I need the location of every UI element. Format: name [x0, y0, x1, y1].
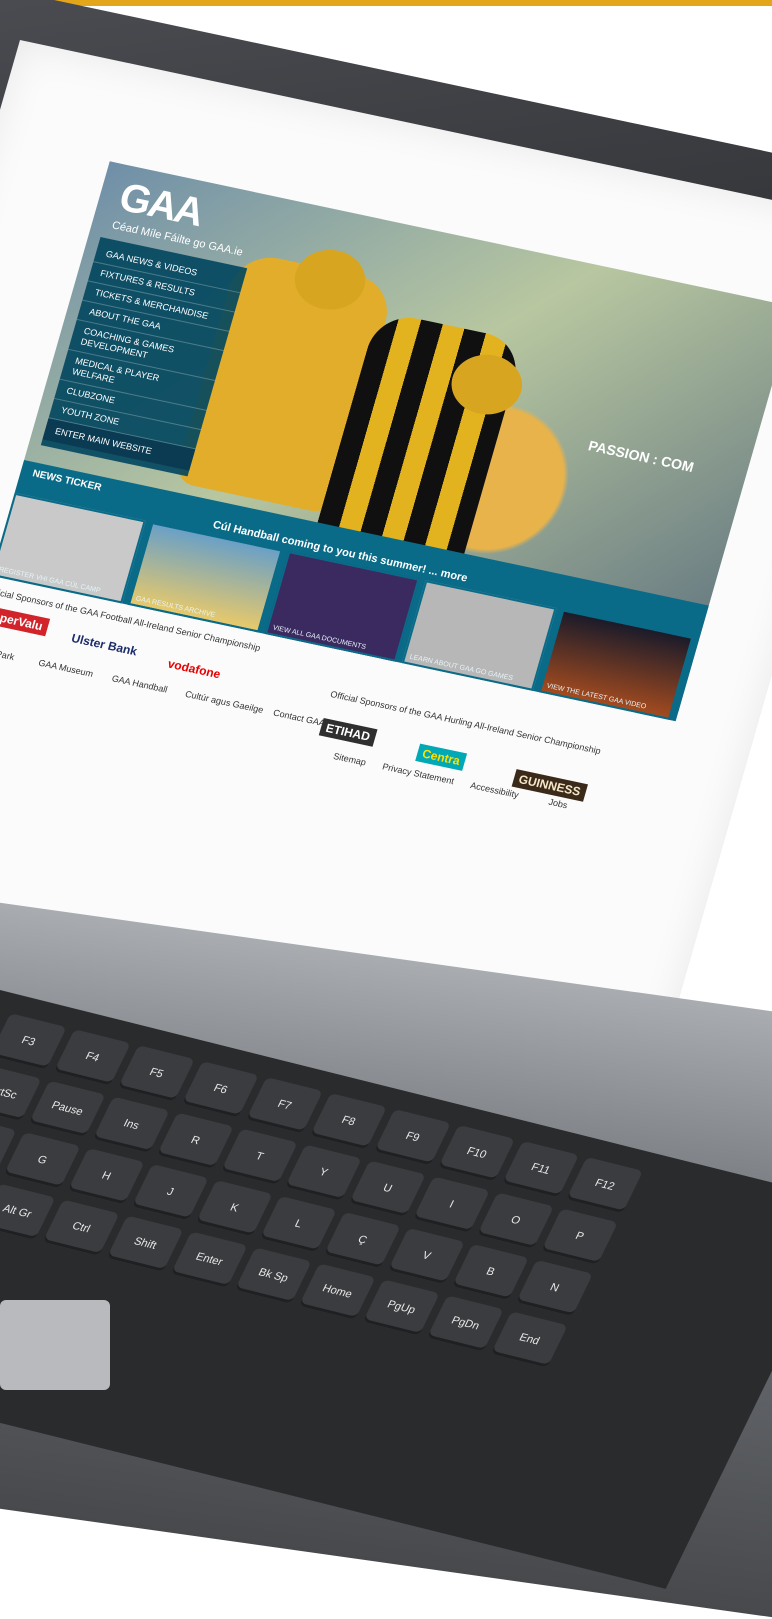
- footer-link-handball[interactable]: GAA Handball: [111, 673, 169, 694]
- key-g[interactable]: G: [3, 1132, 81, 1189]
- key-y[interactable]: Y: [284, 1144, 362, 1201]
- key-ins[interactable]: Ins: [92, 1096, 170, 1153]
- key-f9[interactable]: F9: [374, 1109, 451, 1166]
- vodafone-logo[interactable]: vodafone: [161, 654, 228, 685]
- key-f5[interactable]: F5: [117, 1045, 195, 1102]
- footer-link-sitemap[interactable]: Sitemap: [332, 751, 367, 768]
- key-f12[interactable]: F12: [566, 1156, 644, 1214]
- hero-slogan: PASSION : COM: [586, 437, 696, 476]
- key-bk-sp[interactable]: Bk Sp: [234, 1247, 312, 1304]
- key-f10[interactable]: F10: [438, 1124, 515, 1182]
- top-accent-bar: [0, 0, 772, 6]
- tile-go-games[interactable]: LEARN ABOUT GAA GO GAMES: [401, 580, 557, 691]
- key-shift[interactable]: Shift: [106, 1215, 184, 1272]
- key--[interactable]: Ç: [323, 1211, 401, 1269]
- key-h[interactable]: H: [67, 1148, 145, 1205]
- key-f8[interactable]: F8: [310, 1093, 387, 1150]
- key-p[interactable]: P: [541, 1208, 618, 1265]
- tile-latest-video[interactable]: VIEW THE LATEST GAA VIDEO: [538, 609, 694, 720]
- footer-link-contact[interactable]: Contact GAA: [272, 708, 326, 729]
- key-j[interactable]: J: [131, 1164, 209, 1221]
- key-t[interactable]: T: [220, 1128, 298, 1185]
- key-home[interactable]: Home: [298, 1263, 376, 1320]
- footer-link-cultur[interactable]: Cultúr agus Gaeilge: [184, 689, 265, 715]
- key-ctrl[interactable]: Ctrl: [42, 1199, 120, 1256]
- supervalu-logo[interactable]: SuperValu: [0, 604, 50, 637]
- key-enter[interactable]: Enter: [170, 1231, 248, 1288]
- centra-logo[interactable]: Centra: [415, 743, 468, 771]
- key-b[interactable]: B: [451, 1243, 529, 1301]
- tile-cul-camp[interactable]: REGISTER VHI GAA CÚL CAMP: [0, 492, 146, 604]
- key-k[interactable]: K: [195, 1179, 273, 1237]
- footer-link-museum[interactable]: GAA Museum: [37, 658, 94, 679]
- tile-label: VIEW ALL GAA DOCUMENTS: [271, 624, 367, 652]
- key-f11[interactable]: F11: [502, 1140, 580, 1198]
- key-f7[interactable]: F7: [245, 1077, 323, 1134]
- key-r[interactable]: R: [156, 1112, 234, 1169]
- key-f3[interactable]: F3: [0, 1013, 67, 1070]
- tile-label: LEARN ABOUT GAA GO GAMES: [408, 653, 514, 683]
- key-n[interactable]: N: [515, 1259, 593, 1317]
- footer-link-jobs[interactable]: Jobs: [547, 797, 568, 811]
- key-i[interactable]: I: [413, 1176, 490, 1233]
- ulsterbank-logo[interactable]: Ulster Bank: [64, 628, 144, 661]
- key-f4[interactable]: F4: [53, 1029, 131, 1086]
- tile-label: VIEW THE LATEST GAA VIDEO: [545, 682, 647, 711]
- tile-label: GAA RESULTS ARCHIVE: [134, 595, 216, 619]
- key-pgdn[interactable]: PgDn: [426, 1295, 504, 1352]
- key-end[interactable]: End: [490, 1311, 568, 1368]
- key-o[interactable]: O: [477, 1192, 554, 1249]
- footer-link-croke-park[interactable]: Croke Park: [0, 643, 16, 662]
- key-f6[interactable]: F6: [181, 1061, 259, 1118]
- key-l[interactable]: L: [259, 1195, 337, 1253]
- touchpad[interactable]: [0, 1300, 110, 1390]
- key-u[interactable]: U: [348, 1160, 426, 1217]
- key-pause[interactable]: Pause: [28, 1080, 106, 1137]
- key-v[interactable]: V: [387, 1227, 465, 1285]
- key-pgup[interactable]: PgUp: [362, 1279, 440, 1336]
- etihad-logo[interactable]: ETIHAD: [318, 717, 378, 747]
